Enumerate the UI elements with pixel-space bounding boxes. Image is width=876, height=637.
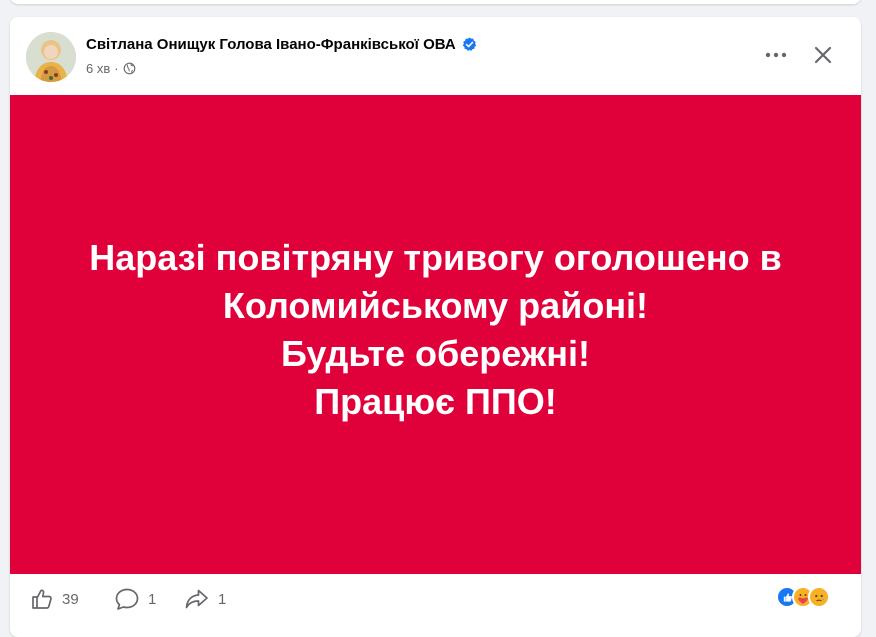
banner-line-3: Будьте обережні! bbox=[280, 332, 591, 374]
verified-badge-icon bbox=[462, 37, 477, 52]
comments-count: 1 bbox=[148, 590, 157, 608]
banner-line-1: Наразі повітряну тривогу оголошено в bbox=[89, 236, 782, 278]
post-time[interactable]: 6 хв bbox=[86, 61, 110, 76]
more-options-button[interactable] bbox=[758, 37, 794, 73]
post-card: Світлана Онищук Голова Івано-Франківсько… bbox=[10, 17, 861, 637]
banner-line-2: Коломийському районі! bbox=[222, 284, 649, 326]
close-icon bbox=[814, 46, 832, 64]
post-header: Світлана Онищук Голова Івано-Франківсько… bbox=[10, 17, 861, 95]
reactions-summary[interactable] bbox=[776, 586, 830, 608]
thumbs-up-icon bbox=[32, 589, 52, 609]
close-button[interactable] bbox=[805, 37, 841, 73]
share-button[interactable]: 1 bbox=[184, 586, 226, 612]
author-avatar[interactable] bbox=[26, 32, 76, 82]
banner-text: Наразі повітряну тривогу оголошено в Кол… bbox=[89, 234, 781, 426]
banner-line-4: Працює ППО! bbox=[314, 380, 557, 422]
comment-button[interactable]: 1 bbox=[114, 586, 156, 612]
meta-separator: · bbox=[114, 61, 119, 76]
like-button[interactable]: 39 bbox=[30, 586, 79, 612]
share-icon bbox=[185, 589, 208, 609]
post-meta: 6 хв · bbox=[86, 61, 136, 76]
more-dots-icon bbox=[765, 52, 787, 58]
author-name[interactable]: Світлана Онищук Голова Івано-Франківсько… bbox=[86, 36, 477, 53]
globe-icon bbox=[123, 62, 136, 75]
likes-count: 39 bbox=[62, 590, 79, 608]
previous-post-card bbox=[10, 0, 861, 4]
post-actions: 39 1 1 bbox=[10, 574, 861, 624]
comment-icon bbox=[115, 588, 139, 610]
author-name-text[interactable]: Світлана Онищук Голова Івано-Франківсько… bbox=[86, 36, 456, 53]
post-image-banner[interactable]: Наразі повітряну тривогу оголошено в Кол… bbox=[10, 95, 861, 574]
shares-count: 1 bbox=[218, 590, 227, 608]
sad-icon bbox=[808, 586, 830, 608]
